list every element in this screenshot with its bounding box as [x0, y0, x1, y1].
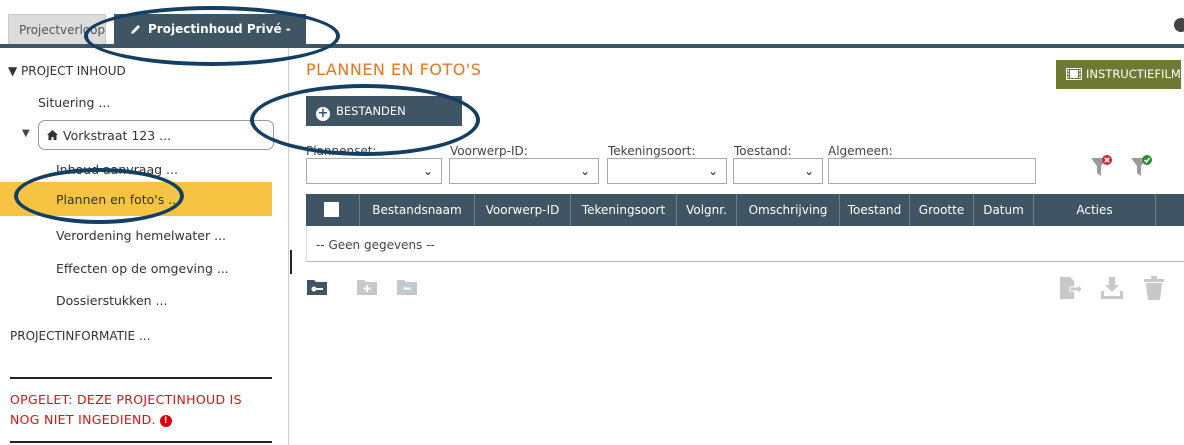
filter-apply-icon[interactable]: [1130, 154, 1154, 178]
column-volgnr[interactable]: Volgnr.: [677, 194, 737, 226]
folder-key-icon[interactable]: [306, 278, 328, 296]
trash-icon[interactable]: [1143, 276, 1165, 300]
download-icon[interactable]: [1100, 276, 1124, 300]
instructiefilm-label: INSTRUCTIEFILM: [1086, 67, 1181, 81]
column-grootte[interactable]: Grootte: [910, 194, 974, 226]
sidebar-item-address-label: Vorkstraat 123 ...: [63, 128, 172, 143]
chevron-down-icon: ⌄: [707, 164, 718, 178]
column-voorwerp-id[interactable]: Voorwerp-ID: [475, 194, 571, 226]
filter-toestand-select[interactable]: ⌄: [733, 158, 823, 184]
chevron-down-icon: ⌄: [579, 164, 590, 178]
column-bestandsnaam[interactable]: Bestandsnaam: [360, 194, 475, 226]
chevron-down-icon: ⌄: [422, 164, 433, 178]
column-toestand[interactable]: Toestand: [840, 194, 910, 226]
select-all-checkbox[interactable]: [324, 202, 339, 217]
column-omschrijving[interactable]: Omschrijving: [737, 194, 840, 226]
annotation-ellipse-upload: [250, 84, 480, 156]
house-icon: [47, 130, 58, 140]
filter-plannenset-select[interactable]: ⌄: [306, 158, 442, 184]
filter-toestand-label: Toestand:: [734, 144, 792, 158]
filter-tekeningsoort-select[interactable]: ⌄: [607, 158, 727, 184]
film-icon: [1066, 68, 1082, 80]
table-body: [306, 226, 1184, 262]
column-acties: Acties: [1034, 194, 1156, 226]
export-icon[interactable]: [1058, 276, 1082, 300]
sidebar-item-effecten[interactable]: Effecten op de omgeving ...: [56, 261, 229, 276]
filter-algemeen-label: Algemeen:: [828, 144, 893, 158]
sidebar-item-situering[interactable]: Situering ...: [38, 95, 110, 110]
sidebar-resize-handle[interactable]: [290, 250, 292, 274]
section-project-inhoud[interactable]: ▼ PROJECT INHOUD: [8, 64, 126, 78]
table-header: Bestandsnaam Voorwerp-ID Tekeningsoort V…: [306, 194, 1184, 226]
instructiefilm-button[interactable]: INSTRUCTIEFILM: [1056, 60, 1181, 89]
exclamation-icon: !: [159, 415, 172, 427]
annotation-ellipse-tab: [84, 6, 340, 66]
warning-line-2: NOG NIET INGEDIEND.!: [10, 410, 280, 430]
remove-folder-icon[interactable]: [396, 278, 418, 296]
add-folder-icon[interactable]: [356, 278, 378, 296]
filter-remove-icon[interactable]: [1090, 154, 1114, 178]
column-datum[interactable]: Datum: [974, 194, 1034, 226]
filter-voorwerp-id-select[interactable]: ⌄: [449, 158, 599, 184]
expand-triangle-icon[interactable]: ▼: [22, 128, 30, 139]
warning-message: OPGELET: DEZE PROJECTINHOUD IS NOG NIET …: [10, 390, 280, 430]
warning-line-1: OPGELET: DEZE PROJECTINHOUD IS: [10, 392, 242, 407]
column-tekeningsoort[interactable]: Tekeningsoort: [571, 194, 677, 226]
warning-divider-bottom: [10, 441, 272, 443]
sidebar-item-dossierstukken[interactable]: Dossierstukken ...: [56, 293, 167, 308]
chevron-down-icon: ⌄: [803, 164, 814, 178]
warning-divider-top: [10, 377, 272, 379]
empty-table-message: -- Geen gegevens --: [316, 238, 435, 252]
sidebar-item-verordening[interactable]: Verordening hemelwater ...: [56, 228, 226, 243]
filter-algemeen-input[interactable]: [828, 158, 1036, 184]
filter-tekeningsoort-label: Tekeningsoort:: [608, 144, 696, 158]
annotation-ellipse-plannen: [14, 168, 184, 224]
filter-voorwerp-id-label: Voorwerp-ID:: [450, 144, 528, 158]
sidebar-projectinformatie[interactable]: PROJECTINFORMATIE ...: [10, 329, 150, 343]
header-checkbox-cell: [306, 194, 360, 226]
warning-line-2-text: NOG NIET INGEDIEND.: [10, 412, 156, 427]
sidebar-item-address-content: Vorkstraat 123 ...: [46, 128, 171, 143]
info-icon[interactable]: [1174, 18, 1184, 32]
page-title: PLANNEN EN FOTO'S: [306, 60, 482, 79]
